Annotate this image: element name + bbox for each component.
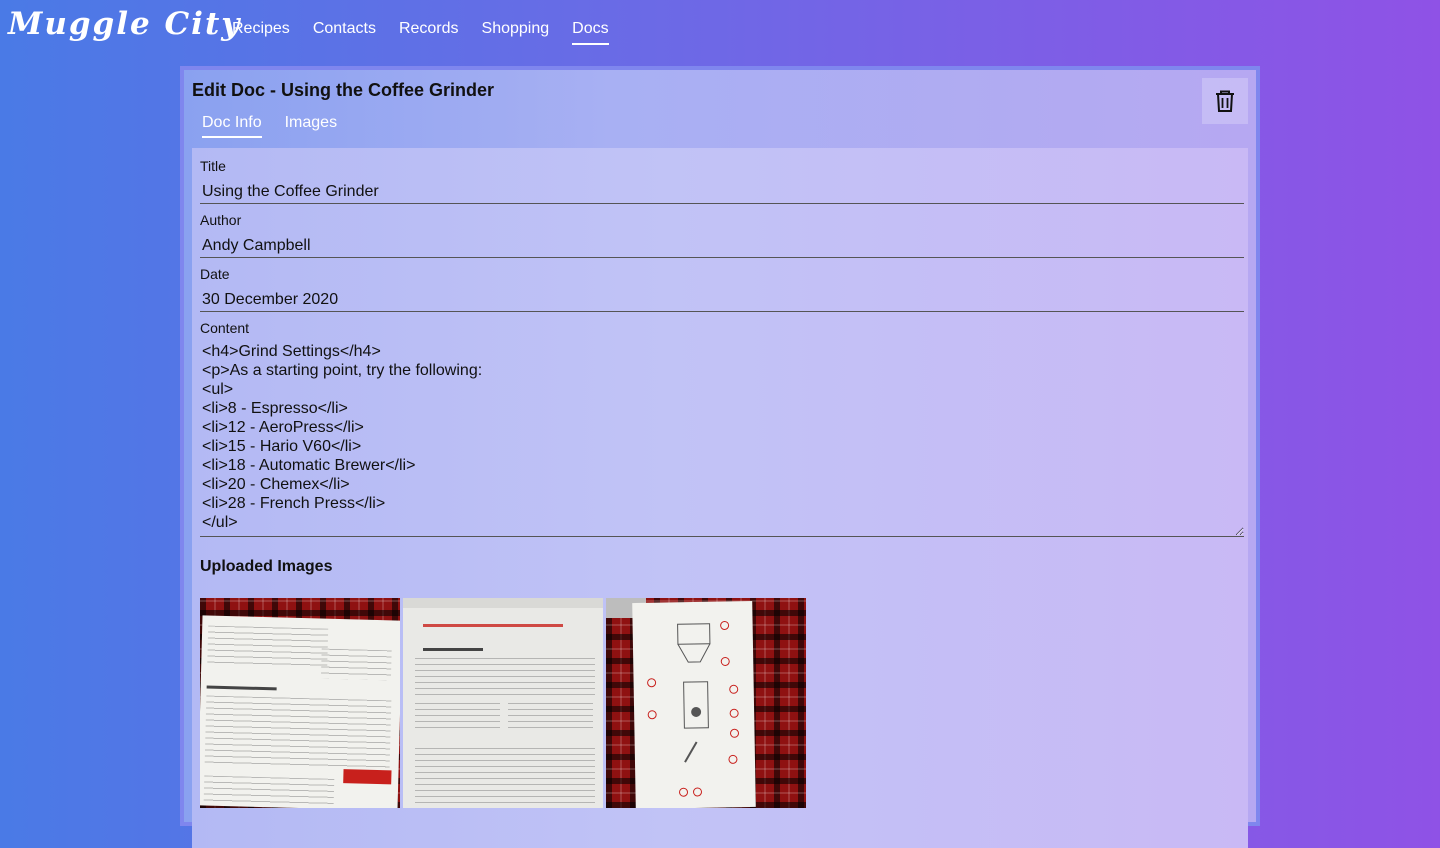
title-field[interactable] <box>200 180 1244 204</box>
nav-item-records[interactable]: Records <box>399 20 459 45</box>
tab-doc-info[interactable]: Doc Info <box>202 114 262 138</box>
nav-item-recipes[interactable]: Recipes <box>232 20 290 45</box>
tab-images[interactable]: Images <box>285 114 337 138</box>
top-bar: Muggle City Recipes Contacts Records Sho… <box>0 0 1440 60</box>
date-label: Date <box>200 266 230 282</box>
trash-icon <box>1216 90 1234 112</box>
delete-doc-button[interactable] <box>1202 78 1248 124</box>
author-field[interactable] <box>200 234 1244 258</box>
main-nav: Recipes Contacts Records Shopping Docs <box>232 20 609 45</box>
nav-item-docs[interactable]: Docs <box>572 20 609 45</box>
editor-tabs: Doc Info Images <box>202 114 337 138</box>
uploaded-image-parts-diagram[interactable] <box>606 598 806 808</box>
date-field[interactable] <box>200 288 1244 312</box>
nav-item-contacts[interactable]: Contacts <box>313 20 376 45</box>
nav-item-shopping[interactable]: Shopping <box>482 20 550 45</box>
uploaded-image-quick-start[interactable] <box>200 598 400 808</box>
title-label: Title <box>200 158 226 174</box>
site-logo[interactable]: Muggle City <box>8 6 241 42</box>
author-label: Author <box>200 212 242 228</box>
doc-form: Title Author Date Content <h4>Grind Sett… <box>192 148 1248 848</box>
edit-doc-panel: Edit Doc - Using the Coffee Grinder Doc … <box>180 66 1260 848</box>
page-title: Edit Doc - Using the Coffee Grinder <box>192 80 495 100</box>
uploaded-images-heading: Uploaded Images <box>200 558 333 575</box>
uploaded-image-programming[interactable] <box>403 598 603 808</box>
content-field[interactable]: <h4>Grind Settings</h4> <p>As a starting… <box>200 340 1244 537</box>
content-label: Content <box>200 320 250 336</box>
uploaded-images-list <box>200 598 806 808</box>
